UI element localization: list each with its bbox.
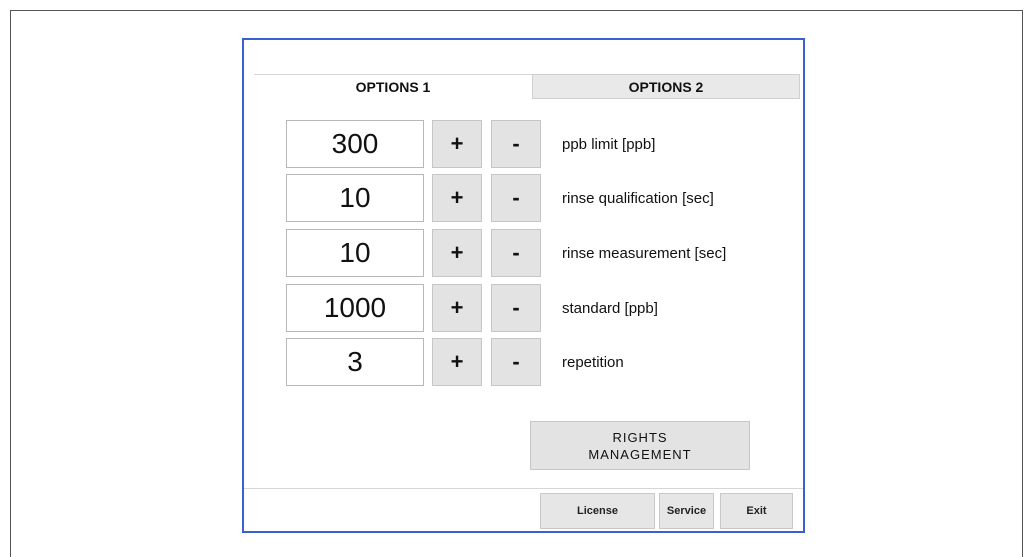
- standard-label: standard [ppb]: [562, 299, 658, 317]
- rights-management-label-line2: MANAGEMENT: [588, 446, 692, 462]
- license-button[interactable]: License: [540, 493, 655, 529]
- ppb-limit-value[interactable]: 300: [286, 120, 424, 168]
- ppb-limit-plus-button[interactable]: +: [432, 120, 482, 168]
- rinse-measurement-plus-button[interactable]: +: [432, 229, 482, 277]
- exit-button[interactable]: Exit: [720, 493, 793, 529]
- standard-minus-button[interactable]: -: [491, 284, 541, 332]
- repetition-plus-button[interactable]: +: [432, 338, 482, 386]
- rinse-qualification-value[interactable]: 10: [286, 174, 424, 222]
- repetition-minus-button[interactable]: -: [491, 338, 541, 386]
- ppb-limit-minus-button[interactable]: -: [491, 120, 541, 168]
- tab-options-2[interactable]: OPTIONS 2: [532, 74, 800, 99]
- rinse-qualification-label: rinse qualification [sec]: [562, 189, 714, 207]
- tab-options-1[interactable]: OPTIONS 1: [254, 74, 532, 99]
- rights-management-button[interactable]: RIGHTS MANAGEMENT: [530, 421, 750, 470]
- rinse-measurement-label: rinse measurement [sec]: [562, 244, 727, 262]
- options-dialog: OPTIONS 1 OPTIONS 2 300 + - ppb limit [p…: [242, 38, 805, 533]
- rinse-qualification-plus-button[interactable]: +: [432, 174, 482, 222]
- footer-divider: [244, 488, 803, 489]
- repetition-label: repetition: [562, 353, 624, 371]
- ppb-limit-label: ppb limit [ppb]: [562, 135, 656, 153]
- rinse-qualification-minus-button[interactable]: -: [491, 174, 541, 222]
- standard-plus-button[interactable]: +: [432, 284, 482, 332]
- rinse-measurement-minus-button[interactable]: -: [491, 229, 541, 277]
- rinse-measurement-value[interactable]: 10: [286, 229, 424, 277]
- repetition-value[interactable]: 3: [286, 338, 424, 386]
- service-button[interactable]: Service: [659, 493, 714, 529]
- rights-management-label-line1: RIGHTS: [612, 429, 668, 445]
- standard-value[interactable]: 1000: [286, 284, 424, 332]
